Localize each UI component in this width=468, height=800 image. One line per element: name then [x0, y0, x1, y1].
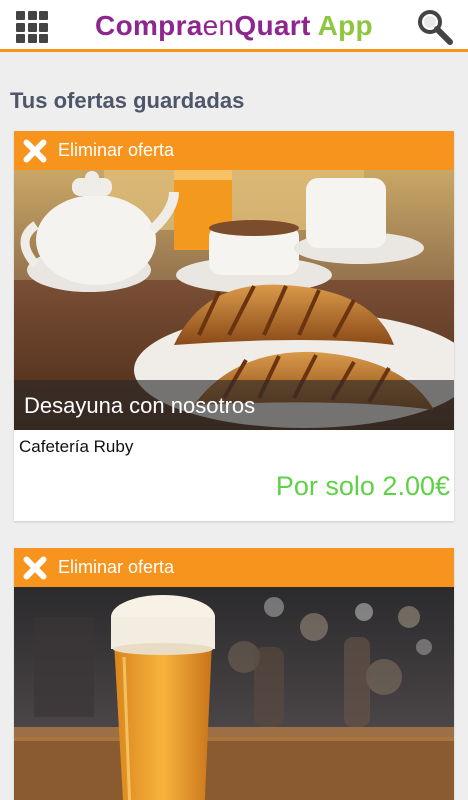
remove-offer-button[interactable]: Eliminar oferta — [14, 548, 454, 587]
beer-glass-photo — [14, 587, 454, 800]
offer-price: Por solo 2.00€ — [275, 471, 450, 501]
remove-offer-label: Eliminar oferta — [58, 140, 175, 160]
offer-card[interactable]: Eliminar oferta — [14, 548, 454, 800]
logo-text-app: App — [310, 10, 373, 41]
offer-title: Desayuna con nosotros — [14, 380, 454, 430]
app-logo: CompraenQuart App — [0, 10, 468, 42]
remove-offer-label: Eliminar oferta — [58, 557, 175, 577]
logo-text-en: en — [202, 10, 235, 41]
close-icon — [22, 138, 48, 164]
logo-text-quart: Quart — [234, 10, 311, 41]
remove-offer-button[interactable]: Eliminar oferta — [14, 131, 454, 170]
logo-text-compra: Compra — [95, 10, 203, 41]
search-icon[interactable] — [416, 8, 454, 46]
close-icon — [22, 555, 48, 581]
coffee-croissants-photo: Desayuna con nosotros — [14, 170, 454, 430]
top-app-bar: CompraenQuart App — [0, 0, 468, 52]
offer-card[interactable]: Eliminar oferta — [14, 131, 454, 521]
page-title: Tus ofertas guardadas — [10, 88, 245, 113]
offer-venue: Cafetería Ruby — [19, 437, 134, 456]
